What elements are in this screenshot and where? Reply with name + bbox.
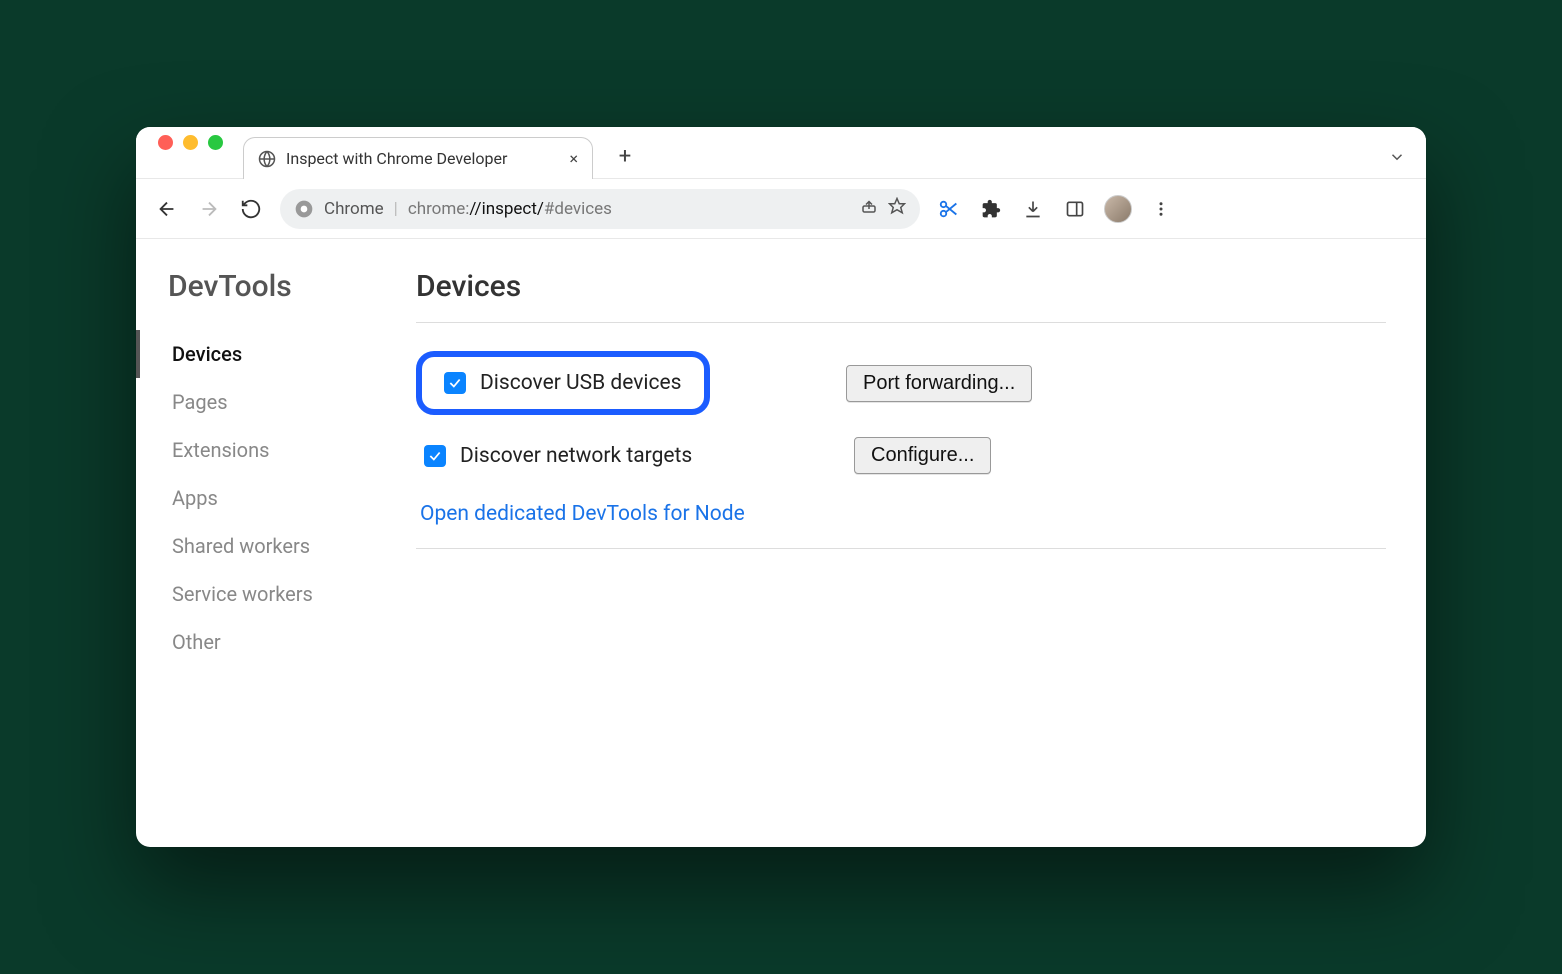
- sidebar: DevTools Devices Pages Extensions Apps S…: [136, 239, 396, 847]
- browser-window: Inspect with Chrome Developer × + Chrome…: [136, 127, 1426, 847]
- sidebar-item-other[interactable]: Other: [136, 618, 396, 666]
- browser-tab[interactable]: Inspect with Chrome Developer ×: [243, 137, 593, 179]
- sidebar-item-extensions[interactable]: Extensions: [136, 426, 396, 474]
- page-content: DevTools Devices Pages Extensions Apps S…: [136, 239, 1426, 847]
- sidebar-item-shared-workers[interactable]: Shared workers: [136, 522, 396, 570]
- profile-avatar[interactable]: [1104, 195, 1132, 223]
- tab-strip: Inspect with Chrome Developer ×: [243, 127, 593, 178]
- main-heading: Devices: [416, 269, 1386, 323]
- extensions-icon[interactable]: [978, 196, 1004, 222]
- main-panel: Devices Discover USB devices Port forwar…: [396, 239, 1426, 847]
- new-tab-button[interactable]: +: [611, 142, 639, 170]
- sidebar-item-apps[interactable]: Apps: [136, 474, 396, 522]
- tab-search-button[interactable]: [1388, 148, 1406, 170]
- discover-usb-checkbox[interactable]: [444, 372, 466, 394]
- highlight-discover-usb: Discover USB devices: [416, 351, 710, 415]
- divider: [416, 548, 1386, 549]
- bookmark-icon[interactable]: [888, 197, 906, 220]
- configure-button[interactable]: Configure...: [854, 437, 991, 474]
- back-button[interactable]: [154, 196, 180, 222]
- omnibox-chip: Chrome: [324, 199, 384, 219]
- close-tab-icon[interactable]: ×: [569, 149, 578, 168]
- sidebar-item-devices[interactable]: Devices: [136, 330, 396, 378]
- omnibox-separator: |: [394, 199, 398, 219]
- globe-icon: [258, 150, 276, 168]
- sidebar-title: DevTools: [168, 269, 396, 304]
- reload-button[interactable]: [238, 196, 264, 222]
- minimize-window-button[interactable]: [183, 135, 198, 150]
- tab-title: Inspect with Chrome Developer: [286, 149, 559, 168]
- port-forwarding-button[interactable]: Port forwarding...: [846, 365, 1032, 402]
- sidebar-item-service-workers[interactable]: Service workers: [136, 570, 396, 618]
- traffic-lights: [158, 127, 223, 168]
- forward-button[interactable]: [196, 196, 222, 222]
- downloads-icon[interactable]: [1020, 196, 1046, 222]
- discover-network-checkbox[interactable]: [424, 445, 446, 467]
- zoom-window-button[interactable]: [208, 135, 223, 150]
- discover-network-label: Discover network targets: [460, 444, 692, 468]
- side-panel-icon[interactable]: [1062, 196, 1088, 222]
- omnibox-url: chrome://inspect/#devices: [408, 199, 850, 219]
- titlebar: Inspect with Chrome Developer × +: [136, 127, 1426, 179]
- omnibox[interactable]: Chrome | chrome://inspect/#devices: [280, 189, 920, 229]
- close-window-button[interactable]: [158, 135, 173, 150]
- sidebar-list: Devices Pages Extensions Apps Shared wor…: [168, 330, 396, 666]
- sidebar-item-pages[interactable]: Pages: [136, 378, 396, 426]
- scissors-icon[interactable]: [936, 196, 962, 222]
- chrome-icon: [294, 199, 314, 219]
- discover-usb-label: Discover USB devices: [480, 371, 682, 395]
- share-icon[interactable]: [860, 197, 878, 220]
- toolbar: Chrome | chrome://inspect/#devices: [136, 179, 1426, 239]
- menu-icon[interactable]: [1148, 196, 1174, 222]
- open-node-devtools-link[interactable]: Open dedicated DevTools for Node: [416, 488, 749, 544]
